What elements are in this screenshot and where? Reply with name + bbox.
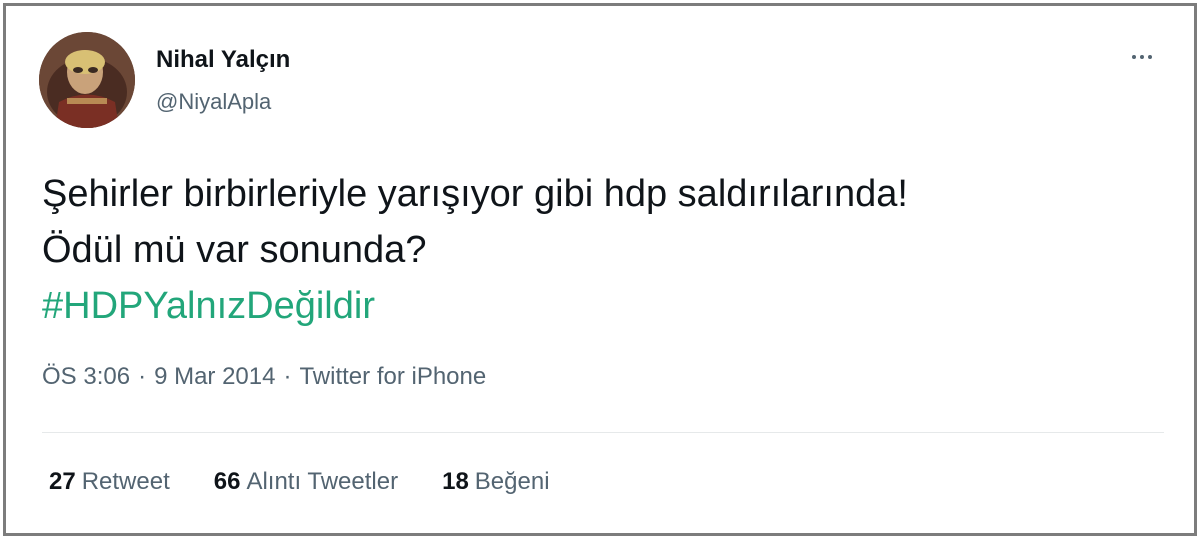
tweet-text-line: Şehirler birbirleriyle yarışıyor gibi hd… xyxy=(42,173,908,215)
likes-stat[interactable]: 18 Beğeni xyxy=(442,468,549,496)
likes-label: Beğeni xyxy=(474,468,550,495)
tweet-stats: 27 Retweet 66 Alıntı Tweetler 18 Beğeni xyxy=(49,468,550,496)
tweet-date[interactable]: 9 Mar 2014 xyxy=(154,363,275,390)
meta-separator: · xyxy=(138,363,147,390)
retweets-count: 27 xyxy=(49,468,76,495)
retweets-label: Retweet xyxy=(81,468,170,495)
tweet-meta: ÖS 3:06 · 9 Mar 2014 · Twitter for iPhone xyxy=(42,363,486,391)
hashtag-link[interactable]: #HDPYalnızDeğildir xyxy=(42,278,1142,334)
tweet-card: Nihal Yalçın @NiyalApla Şehirler birbirl… xyxy=(3,3,1197,536)
tweet-source[interactable]: Twitter for iPhone xyxy=(299,363,486,390)
meta-separator: · xyxy=(283,363,292,390)
quotes-count: 66 xyxy=(213,468,241,495)
tweet-text-line: Ödül mü var sonunda? xyxy=(42,229,427,271)
tweet-time[interactable]: ÖS 3:06 xyxy=(42,363,130,390)
more-horizontal-icon xyxy=(1132,55,1136,59)
user-display-name[interactable]: Nihal Yalçın xyxy=(156,46,290,74)
avatar-photo-icon xyxy=(39,32,135,128)
user-handle[interactable]: @NiyalApla xyxy=(156,89,271,115)
tweet-text: Şehirler birbirleriyle yarışıyor gibi hd… xyxy=(42,166,1142,334)
retweets-stat[interactable]: 27 Retweet xyxy=(49,468,170,496)
more-horizontal-icon-dot xyxy=(1140,55,1144,59)
likes-count: 18 xyxy=(442,468,469,495)
more-horizontal-icon-dot xyxy=(1148,55,1152,59)
quotes-stat[interactable]: 66 Alıntı Tweetler xyxy=(214,468,398,496)
quotes-label: Alıntı Tweetler xyxy=(246,468,399,495)
avatar[interactable] xyxy=(39,32,135,128)
divider xyxy=(42,432,1164,433)
more-options-button[interactable] xyxy=(1122,44,1162,70)
